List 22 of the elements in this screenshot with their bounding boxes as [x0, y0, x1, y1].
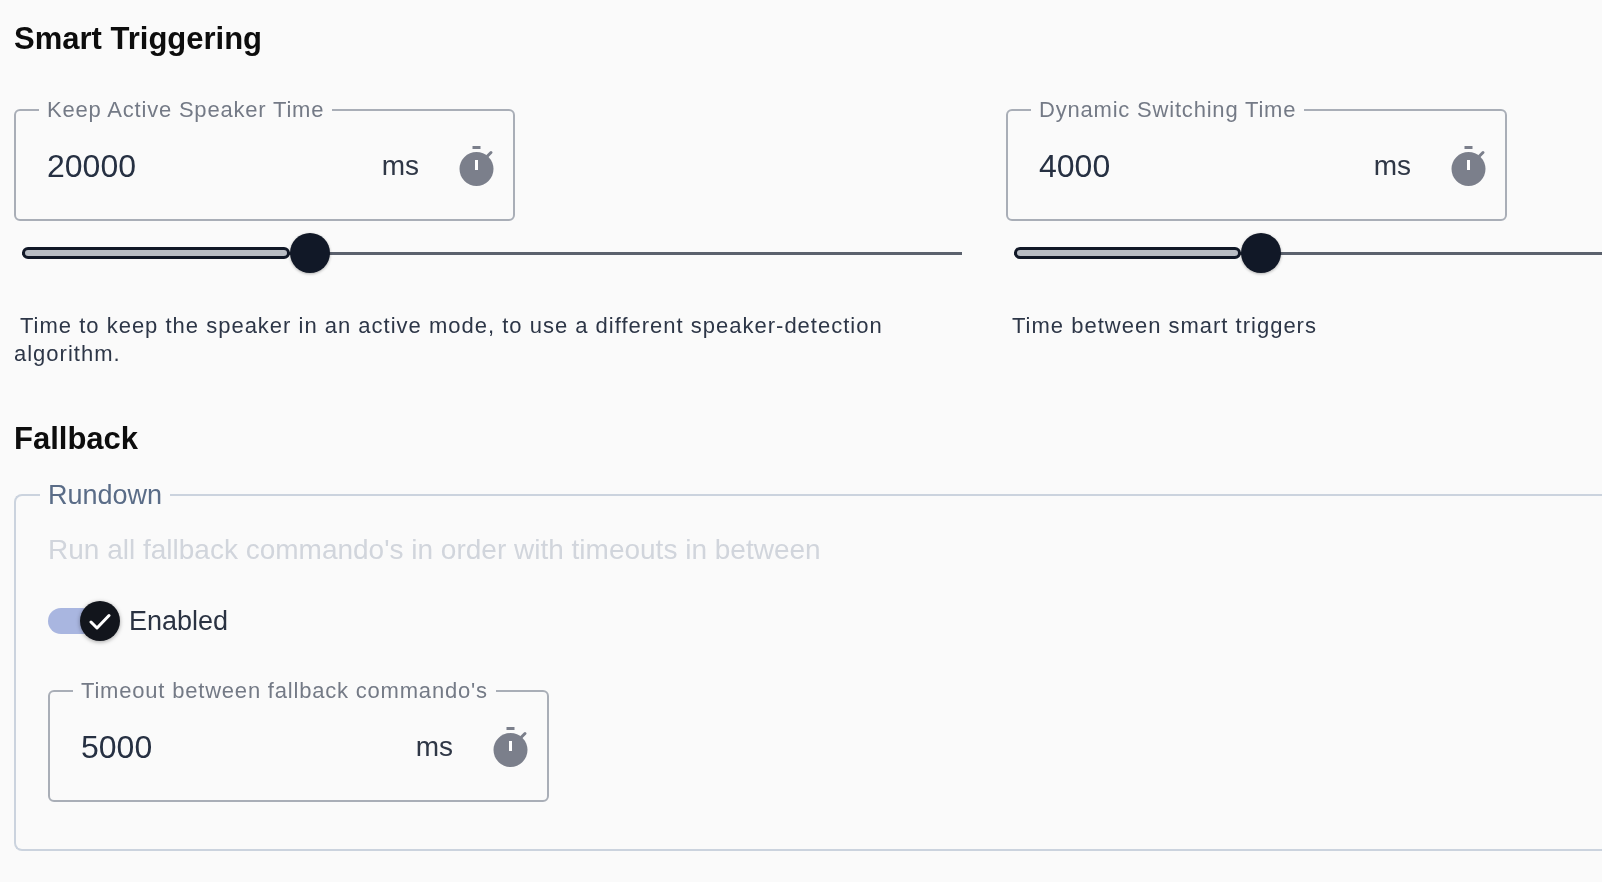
section-heading: Smart Triggering [14, 21, 264, 57]
field-label: Dynamic Switching Time [1038, 98, 1298, 122]
check-icon [89, 612, 111, 630]
toggle-label: Enabled [129, 605, 229, 637]
unit-label: ms [1373, 150, 1411, 182]
stopwatch-icon [458, 146, 495, 186]
unit-label: ms [381, 150, 419, 182]
setting-description: Time to keep the speaker in an active mode, to use a different speaker-detection algorithm. [14, 312, 884, 367]
section-heading: Fallback [14, 421, 140, 457]
field-label: Keep Active Speaker Time [46, 98, 326, 122]
number-input[interactable]: 4000 [1039, 147, 1374, 185]
unit-label: ms [415, 731, 453, 763]
toggle-switch[interactable] [48, 601, 120, 641]
slider-thumb[interactable] [1240, 233, 1281, 273]
group-title: Rundown [47, 479, 164, 512]
slider-thumb[interactable] [289, 233, 330, 273]
number-input[interactable]: 20000 [47, 147, 382, 185]
setting-description: Time between smart triggers [1011, 312, 1318, 340]
stopwatch-icon [1450, 146, 1487, 186]
number-input[interactable]: 5000 [81, 728, 416, 766]
field-label: Timeout between fallback commando's [80, 679, 489, 703]
stopwatch-icon [492, 727, 529, 767]
